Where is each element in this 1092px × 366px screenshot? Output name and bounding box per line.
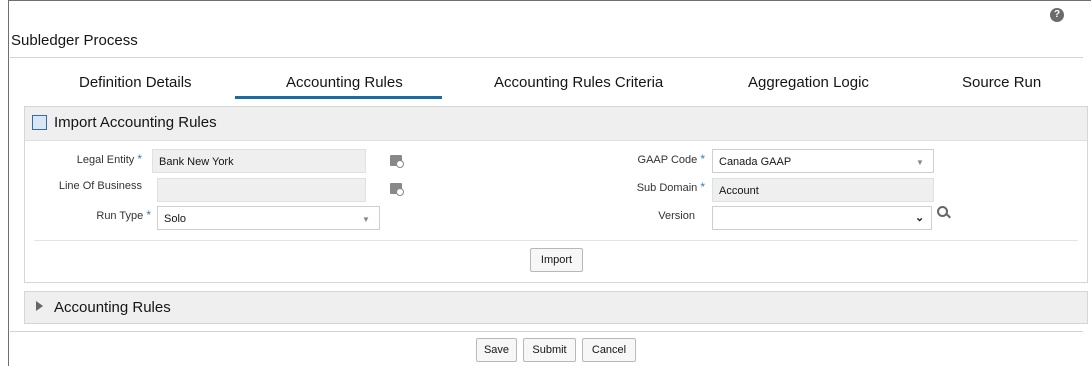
legal-entity-label: Legal Entity *: [76, 152, 142, 166]
chevron-down-icon: ▼: [916, 158, 924, 167]
panel-header[interactable]: Import Accounting Rules: [25, 107, 1087, 141]
help-icon[interactable]: ?: [1050, 8, 1064, 22]
line-of-business-field: [157, 178, 366, 202]
tab-accounting-rules[interactable]: Accounting Rules: [286, 74, 403, 91]
expand-arrow-icon[interactable]: [36, 301, 43, 311]
tab-aggregation-logic[interactable]: Aggregation Logic: [748, 74, 869, 91]
search-icon[interactable]: [937, 206, 948, 217]
divider: [34, 240, 1078, 241]
accounting-rules-panel[interactable]: Accounting Rules: [24, 291, 1088, 324]
sub-domain-label: Sub Domain *: [636, 180, 705, 194]
chevron-down-icon: ▼: [362, 215, 370, 224]
active-tab-indicator: [235, 96, 442, 99]
lookup-icon[interactable]: [390, 183, 404, 196]
tab-definition-details[interactable]: Definition Details: [79, 74, 192, 91]
import-button[interactable]: Import: [530, 248, 583, 272]
sub-domain-field: Account: [712, 178, 934, 202]
panel-title: Import Accounting Rules: [54, 114, 217, 131]
tab-source-run[interactable]: Source Run: [962, 74, 1041, 91]
gaap-code-label: GAAP Code *: [637, 152, 705, 166]
save-button[interactable]: Save: [476, 338, 517, 362]
footer-divider: [10, 331, 1083, 332]
run-type-label: Run Type *: [96, 208, 151, 222]
lookup-icon[interactable]: [390, 155, 404, 168]
version-select[interactable]: [712, 206, 932, 230]
cancel-button[interactable]: Cancel: [582, 338, 636, 362]
version-label: Version: [658, 210, 695, 222]
run-type-select[interactable]: Solo: [157, 206, 380, 230]
line-of-business-label: Line Of Business: [58, 180, 142, 192]
gaap-code-select[interactable]: Canada GAAP: [712, 149, 934, 173]
panel-title: Accounting Rules: [54, 299, 171, 316]
tabs-divider: [10, 57, 1083, 58]
import-icon: [32, 115, 47, 130]
submit-button[interactable]: Submit: [523, 338, 576, 362]
legal-entity-field: Bank New York: [152, 149, 366, 173]
page-title: Subledger Process: [11, 32, 138, 49]
tab-accounting-rules-criteria[interactable]: Accounting Rules Criteria: [494, 74, 663, 91]
chevron-down-icon: ⌄: [915, 212, 925, 224]
